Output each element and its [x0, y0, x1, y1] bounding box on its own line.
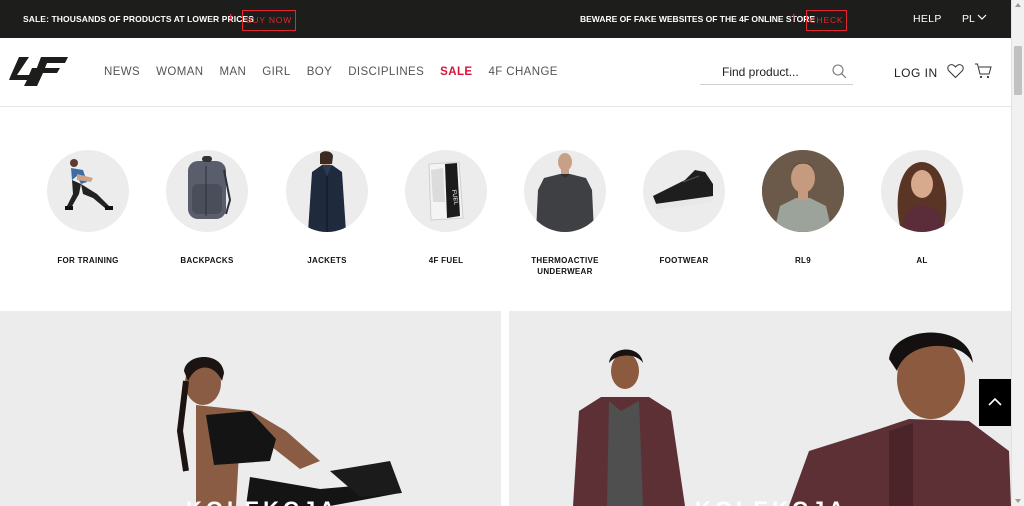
nav-sale[interactable]: SALE [440, 66, 472, 78]
main-header: NEWS WOMAN MAN GIRL BOY DISCIPLINES SALE… [0, 38, 1011, 107]
search-input[interactable] [722, 63, 827, 81]
back-to-top-button[interactable] [979, 379, 1011, 426]
promo-banner-men[interactable]: KOLEKCJA [509, 311, 1011, 506]
chevron-up-icon [988, 397, 1002, 406]
category-al[interactable]: AL [862, 150, 982, 266]
nav-disciplines[interactable]: DISCIPLINES [348, 66, 424, 78]
category-image[interactable] [524, 150, 606, 232]
category-image[interactable] [643, 150, 725, 232]
category-label: FOOTWEAR [659, 256, 709, 265]
category-image[interactable] [166, 150, 248, 232]
category-image[interactable]: FUEL [405, 150, 487, 232]
category-label: AL [916, 256, 928, 265]
fake-websites-warning-text: BEWARE OF FAKE WEBSITES OF THE 4F ONLINE… [580, 14, 816, 24]
category-label: 4F FUEL [428, 256, 464, 265]
heart-icon[interactable] [947, 63, 964, 79]
category-backpacks[interactable]: BACKPACKS [147, 150, 267, 266]
4f-logo[interactable] [7, 55, 69, 87]
check-button[interactable]: CHECK [806, 10, 847, 31]
scroll-thumb[interactable] [1014, 46, 1022, 95]
banner-photo-men [573, 332, 1011, 506]
scroll-up-arrow[interactable] [1015, 3, 1021, 7]
nav-man[interactable]: MAN [219, 66, 246, 78]
banner-caption: KOLEKCJA [695, 497, 848, 506]
exclamation-icon: ! [792, 13, 796, 24]
nav-4f-change[interactable]: 4F CHANGE [488, 66, 557, 78]
top-promo-bar: SALE: THOUSANDS OF PRODUCTS AT LOWER PRI… [0, 0, 1011, 38]
category-thermoactive-underwear[interactable]: THERMOACTIVE UNDERWEAR [505, 150, 625, 277]
banner-photo-woman [176, 357, 402, 506]
category-label: RL9 [794, 256, 811, 265]
sale-promo-text: SALE: THOUSANDS OF PRODUCTS AT LOWER PRI… [23, 14, 254, 24]
nav-news[interactable]: NEWS [104, 66, 140, 78]
scroll-down-arrow[interactable] [1015, 499, 1021, 503]
category-label: FOR TRAINING [57, 256, 119, 265]
category-image[interactable] [286, 150, 368, 232]
promo-banner-women[interactable]: KOLEKCJA [0, 311, 501, 506]
buy-now-button[interactable]: BUY NOW [242, 10, 296, 31]
page-scrollbar[interactable] [1011, 0, 1024, 506]
page: SALE: THOUSANDS OF PRODUCTS AT LOWER PRI… [0, 0, 1024, 506]
exclamation-icon: ! [229, 13, 233, 24]
category-image[interactable] [47, 150, 129, 232]
category-4f-fuel[interactable]: FUEL 4F FUEL [386, 150, 506, 266]
category-rl9[interactable]: RL9 [743, 150, 863, 266]
cart-icon[interactable] [974, 63, 992, 79]
category-for-training[interactable]: FOR TRAINING [28, 150, 148, 266]
help-link[interactable]: HELP [913, 13, 942, 25]
search-box [700, 59, 853, 85]
banner-caption: KOLEKCJA [186, 497, 339, 506]
language-selector[interactable]: PL [962, 13, 975, 25]
category-footwear[interactable]: FOOTWEAR [624, 150, 744, 266]
nav-woman[interactable]: WOMAN [156, 66, 203, 78]
nav-boy[interactable]: BOY [307, 66, 333, 78]
login-link[interactable]: LOG IN [894, 66, 938, 80]
category-label: JACKETS [307, 256, 347, 265]
category-label: BACKPACKS [180, 256, 234, 265]
category-label: THERMOACTIVE UNDERWEAR [531, 256, 599, 276]
category-image[interactable] [762, 150, 844, 232]
main-nav: NEWS WOMAN MAN GIRL BOY DISCIPLINES SALE… [104, 66, 574, 78]
category-image[interactable] [881, 150, 963, 232]
nav-girl[interactable]: GIRL [262, 66, 290, 78]
chevron-down-icon[interactable] [977, 14, 987, 21]
search-icon[interactable] [832, 64, 847, 79]
category-jackets[interactable]: JACKETS [267, 150, 387, 266]
